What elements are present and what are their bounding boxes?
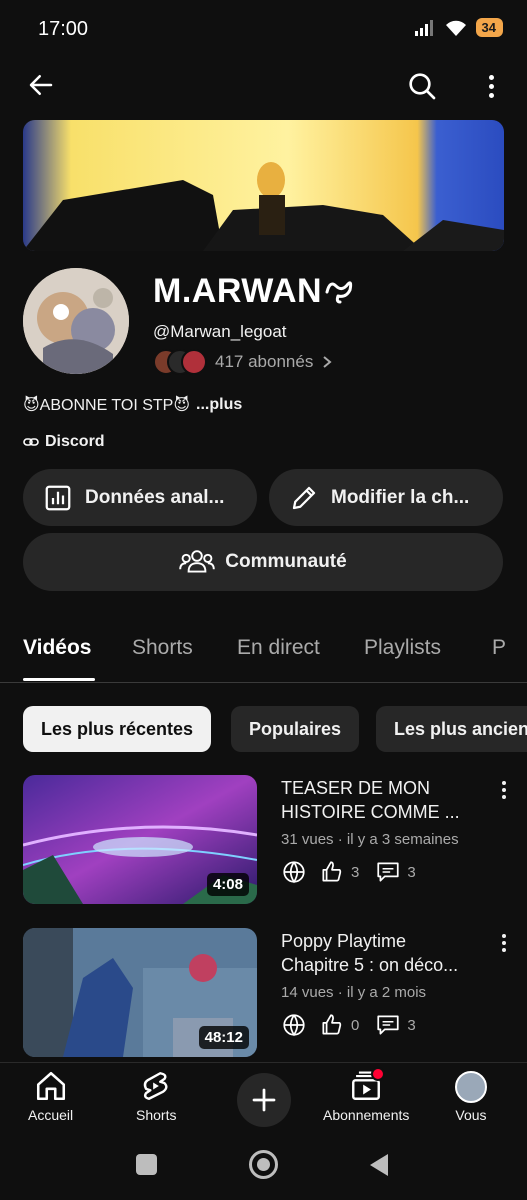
channel-link[interactable]: Discord: [23, 433, 105, 451]
video-meta: 14 vues · il y a 2 mois: [281, 984, 427, 1001]
avatar-image: [23, 268, 129, 374]
chip-oldest[interactable]: Les plus ancien: [376, 706, 527, 752]
back-system-button[interactable]: [368, 1152, 390, 1178]
description-more[interactable]: ...plus: [196, 396, 242, 414]
subscriber-count: 417 abonnés: [215, 352, 314, 371]
video-title-line: Chapitre 5 : on déco...: [281, 955, 459, 975]
channel-name-text: M.ARWAN: [153, 272, 323, 310]
subscriptions-icon-wrap: [349, 1067, 386, 1103]
like-count: 3: [351, 863, 360, 881]
video-duration: 48:12: [198, 1026, 249, 1049]
globe-icon: [283, 861, 305, 884]
recent-apps-button[interactable]: [136, 1154, 157, 1175]
back-button[interactable]: [24, 68, 58, 102]
shorts-icon: [143, 1072, 168, 1100]
analytics-button[interactable]: Données anal...: [23, 469, 257, 526]
comment-count: 3: [407, 1016, 416, 1034]
profile-avatar: [455, 1071, 487, 1103]
video-title-line: Poppy Playtime: [281, 931, 407, 951]
description-text: 😈ABONNE TOI STP😈: [23, 397, 191, 414]
chevron-right-icon: [323, 356, 332, 368]
video-stats: 3 3: [281, 859, 416, 885]
tab-videos[interactable]: Vidéos: [23, 636, 91, 660]
link-icon: [23, 438, 39, 446]
status-bar: 17:00 34: [0, 0, 527, 60]
tab-playlists[interactable]: Playlists: [364, 636, 441, 660]
community-button-label: Communauté: [225, 551, 347, 572]
search-button[interactable]: [404, 68, 440, 104]
edit-channel-button[interactable]: Modifier la ch...: [269, 469, 503, 526]
channel-description[interactable]: 😈ABONNE TOI STP😈 ...plus: [23, 395, 242, 415]
video-thumbnail[interactable]: 48:12: [23, 928, 257, 1057]
video-menu-button[interactable]: [494, 781, 514, 799]
battery-indicator: 34: [475, 18, 503, 37]
comment-icon: [377, 862, 399, 882]
channel-avatar[interactable]: [23, 268, 129, 374]
channel-handle: @Marwan_legoat: [153, 322, 287, 341]
search-icon: [409, 73, 436, 100]
plus-icon: [252, 1088, 276, 1112]
nav-you[interactable]: Vous: [455, 1069, 487, 1123]
status-time: 17:00: [38, 18, 89, 40]
globe-icon: [283, 1014, 305, 1037]
thumbs-up-icon: [322, 1014, 342, 1035]
tab-live[interactable]: En direct: [237, 636, 320, 660]
comment-icon: [377, 1015, 399, 1035]
video-menu-button[interactable]: [494, 934, 514, 952]
system-navigation-bar: [0, 1132, 527, 1200]
nav-subscriptions-label: Abonnements: [323, 1107, 410, 1123]
subscriber-avatar: [181, 349, 207, 375]
banner-image: [23, 120, 504, 251]
pencil-icon: [292, 486, 316, 509]
subscribers-row[interactable]: 417 abonnés: [153, 349, 333, 375]
bottom-navigation: Accueil Shorts Abonnements Vous: [0, 1062, 527, 1133]
analytics-icon: [45, 485, 71, 510]
nav-shorts-label: Shorts: [136, 1107, 177, 1123]
create-button[interactable]: [237, 1073, 291, 1127]
nav-home-label: Accueil: [28, 1107, 74, 1123]
video-duration: 4:08: [206, 873, 249, 896]
nav-you-label: Vous: [455, 1107, 487, 1123]
channel-tabs: Vidéos Shorts En direct Playlists P: [0, 620, 527, 683]
nav-shorts[interactable]: Shorts: [136, 1069, 176, 1123]
more-vert-icon: [488, 74, 494, 98]
comment-count: 3: [407, 863, 416, 881]
home-system-button[interactable]: [249, 1150, 278, 1179]
video-thumbnail[interactable]: 4:08: [23, 775, 257, 904]
back-arrow-icon: [29, 75, 53, 95]
people-icon: [179, 550, 216, 573]
channel-name-decoration-icon: [325, 281, 353, 304]
nav-subscriptions[interactable]: Abonnements: [323, 1067, 410, 1123]
video-title[interactable]: Poppy Playtime Chapitre 5 : on déco...: [281, 929, 481, 977]
community-button[interactable]: Communauté: [23, 533, 503, 591]
like-count: 0: [351, 1016, 360, 1034]
subscriber-avatars: [153, 349, 207, 375]
video-meta: 31 vues · il y a 3 semaines: [281, 831, 459, 848]
active-tab-indicator: [23, 678, 95, 681]
thumbs-up-icon: [322, 861, 342, 882]
tab-posts[interactable]: P: [492, 636, 506, 660]
top-app-bar: [0, 60, 527, 112]
video-title-line: TEASER DE MON: [281, 778, 431, 798]
link-label: Discord: [45, 433, 105, 450]
wifi-icon: [445, 20, 466, 36]
signal-icon: [414, 19, 433, 36]
chip-popular[interactable]: Populaires: [231, 706, 360, 752]
home-icon: [36, 1071, 65, 1101]
status-icons: 34: [414, 18, 503, 37]
video-title-line: HISTOIRE COMME ...: [281, 802, 460, 822]
channel-banner[interactable]: [23, 120, 504, 251]
tab-shorts[interactable]: Shorts: [132, 636, 193, 660]
chip-latest[interactable]: Les plus récentes: [23, 706, 212, 752]
more-options-button[interactable]: [478, 68, 504, 104]
video-title[interactable]: TEASER DE MON HISTOIRE COMME ...: [281, 776, 481, 824]
edit-channel-button-label: Modifier la ch...: [331, 486, 470, 508]
nav-home[interactable]: Accueil: [28, 1069, 73, 1123]
video-stats: 0 3: [281, 1012, 416, 1038]
channel-name: M.ARWAN: [153, 272, 354, 311]
analytics-button-label: Données anal...: [85, 486, 225, 508]
